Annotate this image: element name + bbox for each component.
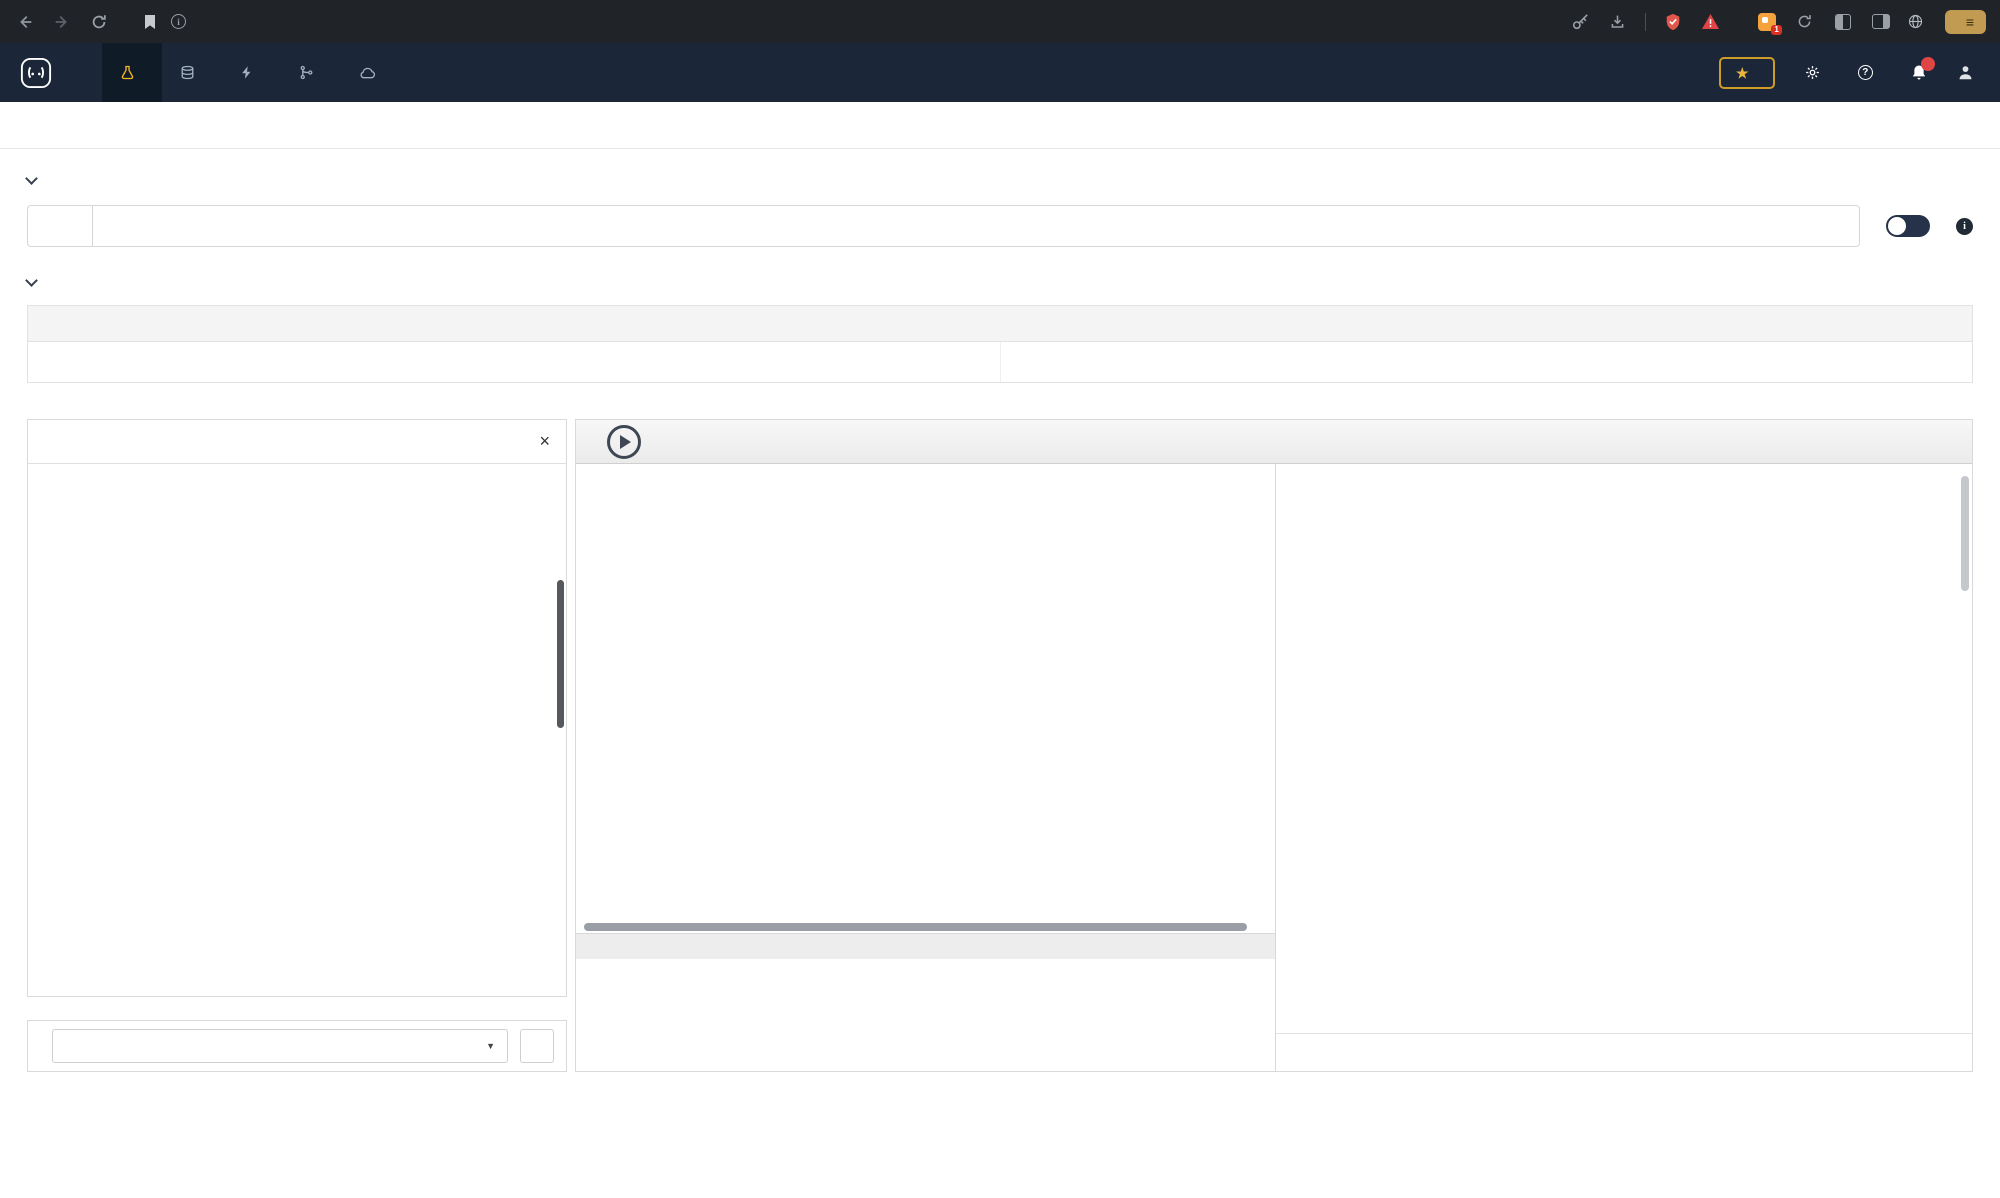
nav-item-data[interactable]: [162, 43, 222, 102]
bookmark-icon[interactable]: [139, 11, 161, 33]
settings-button[interactable]: [1805, 65, 1828, 80]
column-value: [1001, 306, 1972, 341]
nav-item-api[interactable]: [102, 43, 162, 102]
query-variables-header[interactable]: [576, 933, 1275, 959]
notifications-button[interactable]: [1911, 64, 1927, 81]
vpn-indicator[interactable]: [1908, 14, 1929, 29]
browser-actions: 1 ≡: [1569, 10, 1986, 34]
explorer-column: × ▼: [27, 419, 567, 1072]
line-number-gutter: [576, 473, 624, 921]
sync-extension-icon[interactable]: [1794, 11, 1816, 33]
sidebar-extension-icon[interactable]: [1870, 11, 1892, 33]
hasura-console: i 1 ≡: [0, 0, 2000, 1198]
update-button[interactable]: ≡: [1945, 10, 1986, 34]
chevron-down-icon: [25, 274, 38, 287]
hasura-nav: ★ ?: [0, 43, 2000, 102]
add-new-bar: ▼: [27, 1020, 567, 1072]
execute-query-button[interactable]: [607, 425, 641, 459]
close-icon[interactable]: ×: [539, 431, 550, 452]
response-viewer: [1276, 464, 1972, 1071]
new-header-row: [28, 342, 1972, 382]
forward-icon[interactable]: [51, 11, 73, 33]
add-operation-button[interactable]: [520, 1029, 554, 1063]
hasura-logo: [20, 57, 52, 89]
shield-extension-icon[interactable]: [1662, 11, 1684, 33]
chevron-down-icon: ▼: [486, 1041, 495, 1051]
warning-extension-icon[interactable]: [1700, 11, 1722, 33]
nav-right: ★ ?: [1719, 43, 2000, 102]
bolt-icon: [240, 65, 254, 80]
contrast-extension-icon[interactable]: [1832, 11, 1854, 33]
database-icon: [180, 65, 195, 80]
endpoint-section-header[interactable]: [27, 179, 1973, 183]
request-headers-section-header[interactable]: [27, 281, 1973, 285]
nav-item-remote-schemas[interactable]: [281, 43, 341, 102]
info-icon[interactable]: i: [1956, 218, 1973, 235]
subnav-links: [1912, 102, 1966, 148]
graphql-endpoint-input[interactable]: [93, 205, 1860, 247]
flask-icon: [120, 65, 135, 80]
site-info-icon[interactable]: i: [171, 14, 186, 29]
globe-icon: [1908, 14, 1923, 29]
response-scrollbar[interactable]: [1961, 476, 1969, 591]
user-icon: [1957, 64, 1974, 81]
table-header-row: [28, 306, 1972, 342]
column-key: [128, 306, 1001, 341]
request-headers-table: [27, 305, 1973, 383]
notification-badge: [1921, 57, 1935, 71]
nav-item-actions[interactable]: [222, 43, 281, 102]
query-editor[interactable]: [576, 464, 1276, 1071]
cloud-icon: [359, 66, 376, 80]
api-subnav: [0, 102, 2000, 149]
explorer-scrollbar[interactable]: [557, 580, 564, 728]
query-code-area[interactable]: [576, 464, 1275, 921]
graphiql-body: [576, 464, 1972, 1071]
help-icon: ?: [1858, 65, 1873, 80]
address-bar[interactable]: i: [139, 11, 206, 33]
new-header-value-input[interactable]: [1001, 342, 1972, 382]
help-button[interactable]: ?: [1858, 65, 1881, 80]
query-variables-editor[interactable]: [576, 959, 1275, 1071]
line-number-gutter: [576, 967, 624, 1071]
gear-icon: [1805, 65, 1820, 80]
query-code[interactable]: [624, 473, 1275, 921]
relay-api-toggle[interactable]: [1886, 215, 1930, 237]
explorer-header: ×: [28, 420, 566, 464]
response-footer: [1276, 1033, 1972, 1071]
nav-item-events[interactable]: [341, 43, 403, 102]
menu-icon: ≡: [1966, 15, 1974, 29]
extension-icon[interactable]: 1: [1756, 11, 1778, 33]
reload-icon[interactable]: [88, 11, 110, 33]
account-button[interactable]: [1957, 64, 1974, 81]
horizontal-scrollbar[interactable]: [576, 921, 1275, 933]
password-key-icon[interactable]: [1569, 11, 1591, 33]
hasura-brand[interactable]: [20, 57, 74, 89]
merge-icon: [299, 65, 314, 80]
divider: [1645, 13, 1646, 31]
nav-menu: [102, 43, 403, 102]
new-header-key-input[interactable]: [128, 342, 1001, 382]
column-enable: [28, 306, 128, 341]
explorer-tree: [28, 464, 566, 996]
api-explorer-main: × ▼: [27, 419, 1973, 1072]
http-method-label: [27, 205, 93, 247]
chevron-down-icon: [25, 172, 38, 185]
scrollbar-thumb[interactable]: [584, 923, 1247, 931]
graphiql-panel: [575, 419, 1973, 1072]
toggle-knob: [1888, 217, 1906, 235]
graphiql-toolbar: [576, 420, 1972, 464]
back-icon[interactable]: [14, 11, 36, 33]
operation-type-select[interactable]: ▼: [52, 1029, 508, 1063]
browser-chrome: i 1 ≡: [0, 0, 2000, 43]
explorer-panel: ×: [27, 419, 567, 997]
enterprise-button[interactable]: ★: [1719, 57, 1775, 89]
play-icon: [620, 435, 631, 449]
share-icon[interactable]: [1607, 11, 1629, 33]
endpoint-row: i: [27, 205, 1973, 247]
star-icon: ★: [1736, 66, 1749, 80]
